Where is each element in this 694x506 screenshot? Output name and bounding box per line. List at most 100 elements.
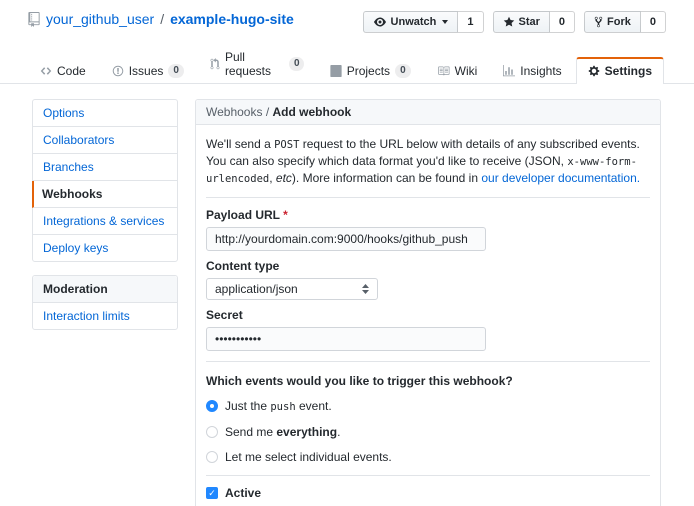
radio3-pre: Let me select individual events. <box>225 450 392 464</box>
unwatch-label: Unwatch <box>391 15 437 29</box>
webhook-intro-text: We'll send a POST request to the URL bel… <box>206 136 650 187</box>
radio1-code-push: push <box>270 401 295 413</box>
fork-icon <box>594 16 603 28</box>
content-type-label: Content type <box>206 259 650 273</box>
webhooks-breadcrumb-link[interactable]: Webhooks <box>206 105 262 119</box>
fork-button[interactable]: Fork <box>584 11 641 33</box>
tab-issues-label: Issues <box>129 64 164 78</box>
fork-button-group: Fork 0 <box>584 11 666 33</box>
tab-settings-label: Settings <box>605 64 652 78</box>
eye-icon <box>373 16 387 28</box>
sidebar-item-integrations[interactable]: Integrations & services <box>33 208 177 235</box>
radio-individual-events[interactable]: Let me select individual events. <box>206 450 650 464</box>
pull-requests-count-badge: 0 <box>289 57 304 71</box>
repo-name-link[interactable]: example-hugo-site <box>170 11 294 27</box>
checkbox-checked-icon[interactable]: ✓ <box>206 487 218 499</box>
intro-part3: , <box>269 171 276 185</box>
panel-breadcrumb: Webhooks / Add webhook <box>196 100 660 125</box>
sidebar-item-webhooks[interactable]: Webhooks <box>32 181 177 208</box>
unwatch-button[interactable]: Unwatch <box>363 11 459 33</box>
payload-url-label-text: Payload URL <box>206 208 280 222</box>
settings-content: Options Collaborators Branches Webhooks … <box>0 84 694 506</box>
add-webhook-panel: Webhooks / Add webhook We'll send a POST… <box>195 99 661 506</box>
pull-request-icon <box>210 58 220 70</box>
repo-icon <box>28 12 40 27</box>
intro-etc: etc <box>276 171 292 185</box>
radio-send-everything[interactable]: Send me everything. <box>206 425 650 439</box>
forks-count[interactable]: 0 <box>641 11 666 33</box>
panel-breadcrumb-current: Add webhook <box>273 105 352 119</box>
gear-icon <box>588 65 600 77</box>
divider <box>206 475 650 476</box>
moderation-heading: Moderation <box>33 276 177 303</box>
tab-projects[interactable]: Projects 0 <box>318 57 423 84</box>
intro-part1: We'll send a <box>206 137 274 151</box>
moderation-menu: Moderation Interaction limits <box>32 275 178 330</box>
add-webhook-form: We'll send a POST request to the URL bel… <box>196 125 660 506</box>
radio-just-push-label: Just the push event. <box>225 399 332 414</box>
panel-breadcrumb-separator: / <box>266 105 269 119</box>
repo-breadcrumb: your_github_user / example-hugo-site <box>28 11 294 27</box>
secret-input[interactable] <box>206 327 486 351</box>
sidebar-item-interaction-limits[interactable]: Interaction limits <box>33 303 177 329</box>
radio-button-icon[interactable] <box>206 400 218 412</box>
sidebar-item-branches[interactable]: Branches <box>33 154 177 181</box>
required-asterisk: * <box>283 208 288 222</box>
intro-code-post: POST <box>274 139 299 151</box>
divider <box>206 197 650 198</box>
radio-just-push[interactable]: Just the push event. <box>206 399 650 414</box>
fork-label: Fork <box>607 15 631 29</box>
repo-header: your_github_user / example-hugo-site Unw… <box>0 0 694 33</box>
tab-code[interactable]: Code <box>28 57 98 84</box>
content-type-value: application/json <box>215 282 298 296</box>
sidebar-item-options[interactable]: Options <box>33 100 177 127</box>
radio1-post: event. <box>296 399 332 413</box>
project-icon <box>330 65 342 77</box>
projects-count-badge: 0 <box>395 64 411 78</box>
active-checkbox-row[interactable]: ✓ Active <box>206 486 650 500</box>
watchers-count[interactable]: 1 <box>458 11 483 33</box>
stargazers-count[interactable]: 0 <box>550 11 575 33</box>
star-button-group: Star 0 <box>493 11 576 33</box>
code-icon <box>40 65 52 77</box>
tab-settings[interactable]: Settings <box>576 57 664 84</box>
secret-label: Secret <box>206 308 650 322</box>
radio-button-icon[interactable] <box>206 451 218 463</box>
payload-url-input[interactable] <box>206 227 486 251</box>
pagehead-actions: Unwatch 1 Star 0 Fork 0 <box>363 11 666 33</box>
radio2-bold: everything <box>276 425 337 439</box>
radio2-pre: Send me <box>225 425 276 439</box>
radio-button-icon[interactable] <box>206 426 218 438</box>
tab-code-label: Code <box>57 64 86 78</box>
content-type-select[interactable]: application/json <box>206 278 378 300</box>
sidebar-item-deploy-keys[interactable]: Deploy keys <box>33 235 177 261</box>
tab-issues[interactable]: Issues 0 <box>100 57 196 84</box>
repo-nav: Code Issues 0 Pull requests 0 Projects 0… <box>0 42 694 84</box>
developer-docs-link[interactable]: our developer documentation. <box>481 171 640 185</box>
repo-owner-link[interactable]: your_github_user <box>46 11 154 27</box>
intro-part4: ). More information can be found in <box>292 171 481 185</box>
tab-wiki[interactable]: Wiki <box>425 57 490 84</box>
star-label: Star <box>519 15 540 29</box>
tab-insights-label: Insights <box>520 64 561 78</box>
book-icon <box>437 65 450 77</box>
star-button[interactable]: Star <box>493 11 550 33</box>
tab-pull-requests[interactable]: Pull requests 0 <box>198 43 316 84</box>
select-updown-icon <box>362 284 369 294</box>
radio1-pre: Just the <box>225 399 270 413</box>
radio2-post: . <box>337 425 340 439</box>
active-label: Active <box>225 486 261 500</box>
radio-individual-events-label: Let me select individual events. <box>225 450 392 464</box>
breadcrumb-separator: / <box>160 11 164 27</box>
tab-insights[interactable]: Insights <box>491 57 573 84</box>
payload-url-label: Payload URL * <box>206 208 650 222</box>
issue-icon <box>112 65 124 77</box>
radio-send-everything-label: Send me everything. <box>225 425 340 439</box>
sidebar-item-collaborators[interactable]: Collaborators <box>33 127 177 154</box>
graph-icon <box>503 65 515 77</box>
watch-button-group: Unwatch 1 <box>363 11 484 33</box>
star-icon <box>503 16 515 28</box>
caret-down-icon <box>442 20 448 24</box>
events-question: Which events would you like to trigger t… <box>206 374 650 388</box>
issues-count-badge: 0 <box>168 64 184 78</box>
